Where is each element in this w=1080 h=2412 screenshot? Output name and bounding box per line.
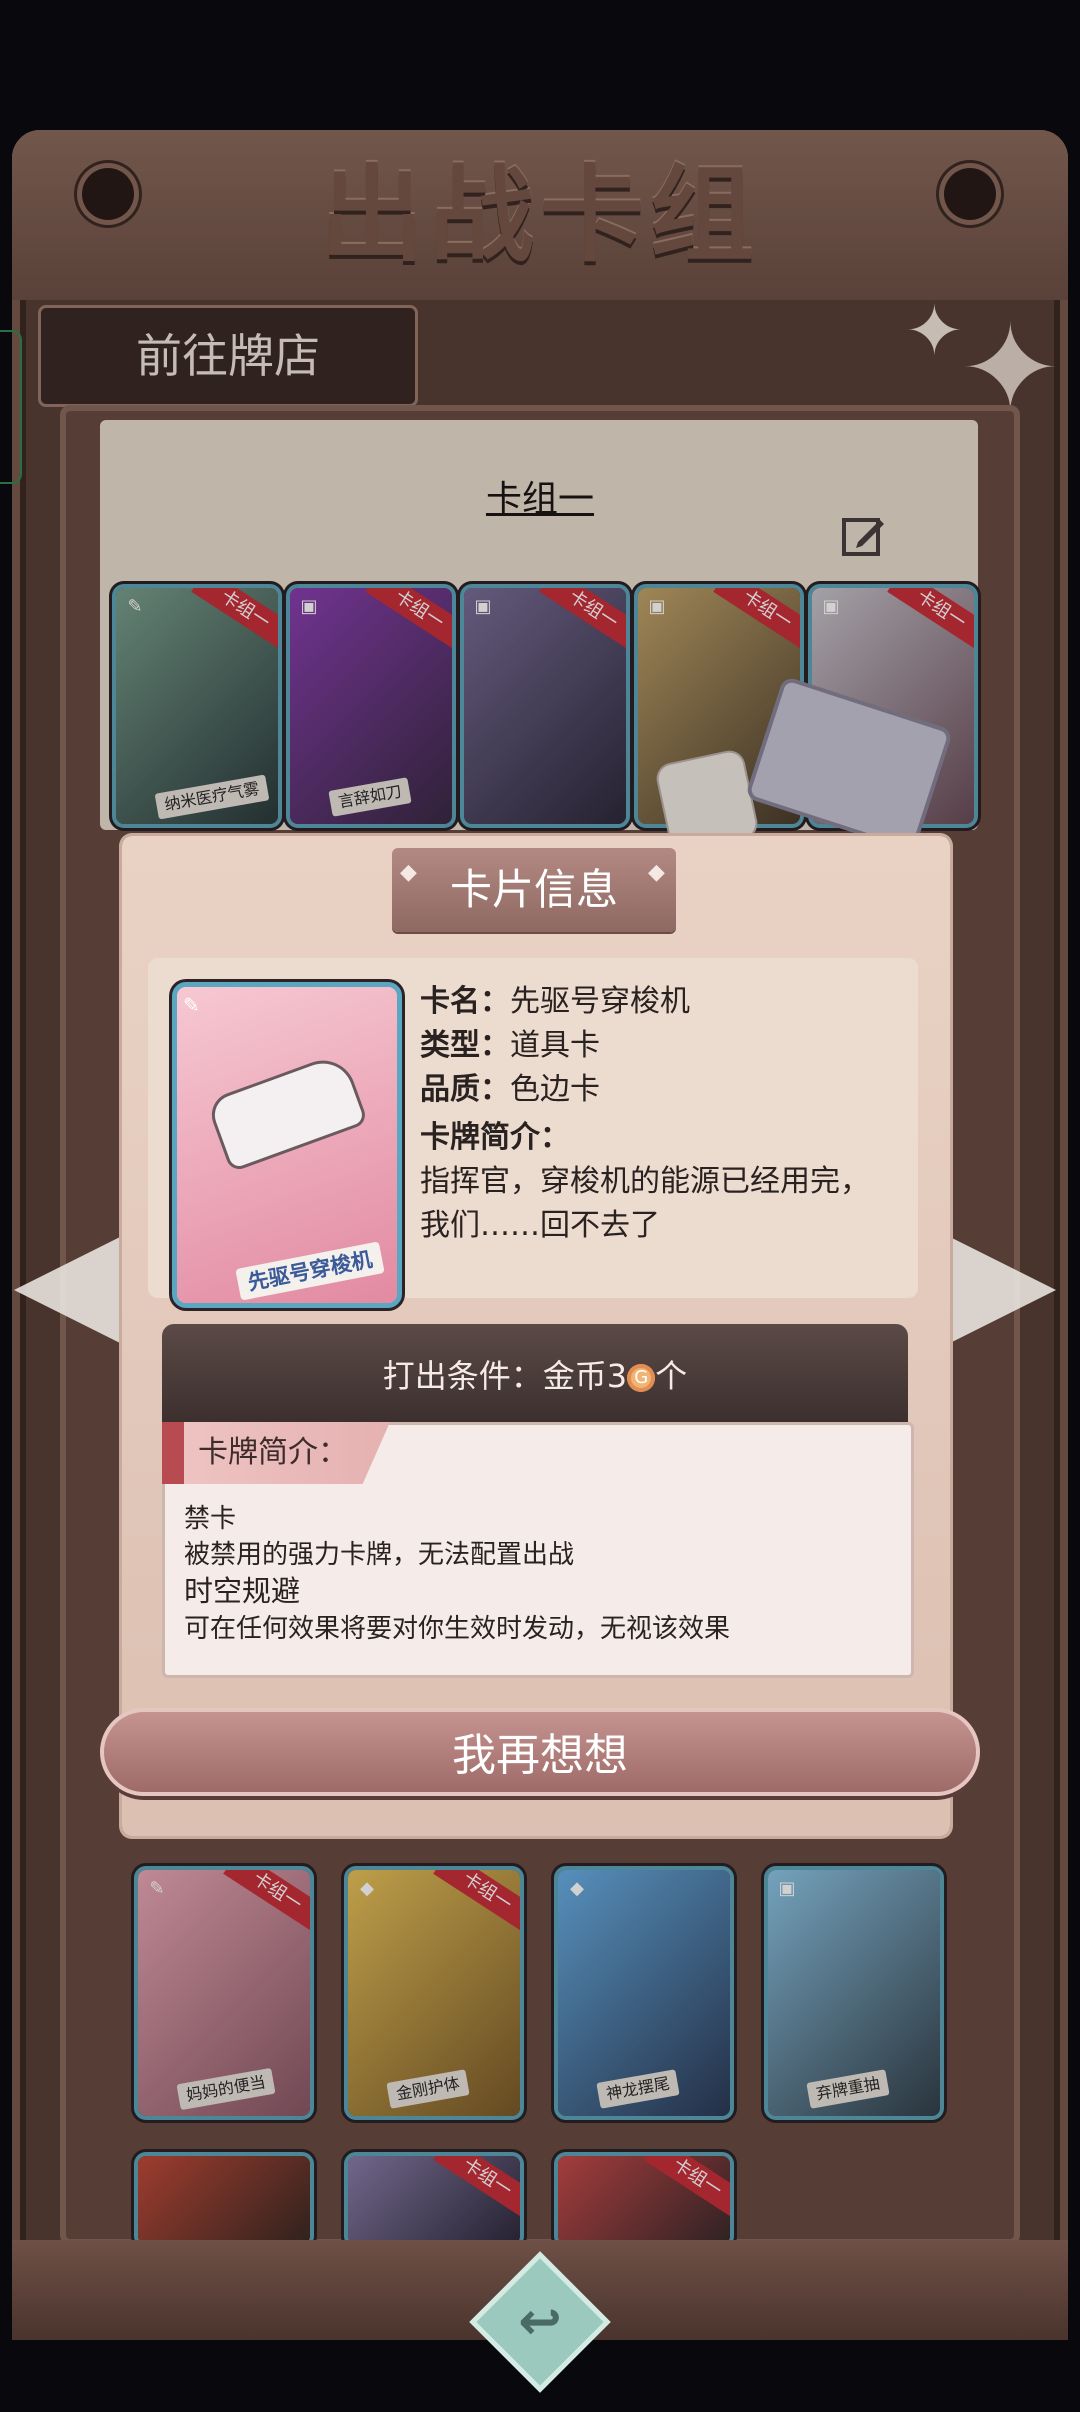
rethink-button[interactable]: 我再想想 <box>100 1708 980 1796</box>
card-quality-row: 品质：色边卡 <box>420 1068 600 1112</box>
card-intro-line: 指挥官，穿梭机的能源已经用完， <box>420 1164 870 1199</box>
card-intro-heading: 卡牌简介： <box>420 1120 570 1155</box>
play-condition-text: 打出条件：金币3 <box>382 1357 628 1395</box>
arrow-left-icon[interactable] <box>14 1230 134 1350</box>
card-name-value: 先驱号穿梭机 <box>510 984 690 1019</box>
coin-icon: G <box>627 1364 656 1392</box>
description-line: 被禁用的强力卡牌，无法配置出战 <box>184 1540 575 1570</box>
description-line: 禁卡 <box>184 1504 237 1534</box>
card-name-row: 卡名：先驱号穿梭机 <box>420 980 690 1024</box>
card-quality-label: 品质： <box>420 1072 510 1107</box>
card-intro-line: 我们……回不去了 <box>420 1208 660 1243</box>
card-type-label: 类型： <box>420 1028 510 1063</box>
description-line: 时空规避 <box>184 1574 301 1608</box>
card-quality-value: 色边卡 <box>510 1072 600 1107</box>
dialog-title: 卡片信息 <box>392 848 676 932</box>
description-line: 可在任何效果将要对你生效时发动，无视该效果 <box>184 1614 731 1644</box>
play-condition-bar: 打出条件：金币3 G 个 <box>162 1324 908 1428</box>
play-condition-unit: 个 <box>655 1357 688 1395</box>
arrow-right-icon[interactable] <box>936 1230 1056 1350</box>
diamond-icon: ◆ <box>400 860 417 885</box>
tab-accent <box>162 1422 184 1484</box>
card-type-icon: ✎ <box>183 993 200 1017</box>
card-intro-label: 卡牌简介： <box>420 1116 570 1160</box>
card-description-tab: 卡牌简介： <box>162 1422 390 1484</box>
diamond-icon: ◆ <box>648 860 665 885</box>
card-preview: ✎ 先驱号穿梭机 <box>172 982 402 1308</box>
card-name-label: 卡名： <box>420 984 510 1019</box>
card-type-row: 类型：道具卡 <box>420 1024 600 1068</box>
back-icon[interactable]: ↩ <box>490 2272 590 2372</box>
card-type-value: 道具卡 <box>510 1028 600 1063</box>
